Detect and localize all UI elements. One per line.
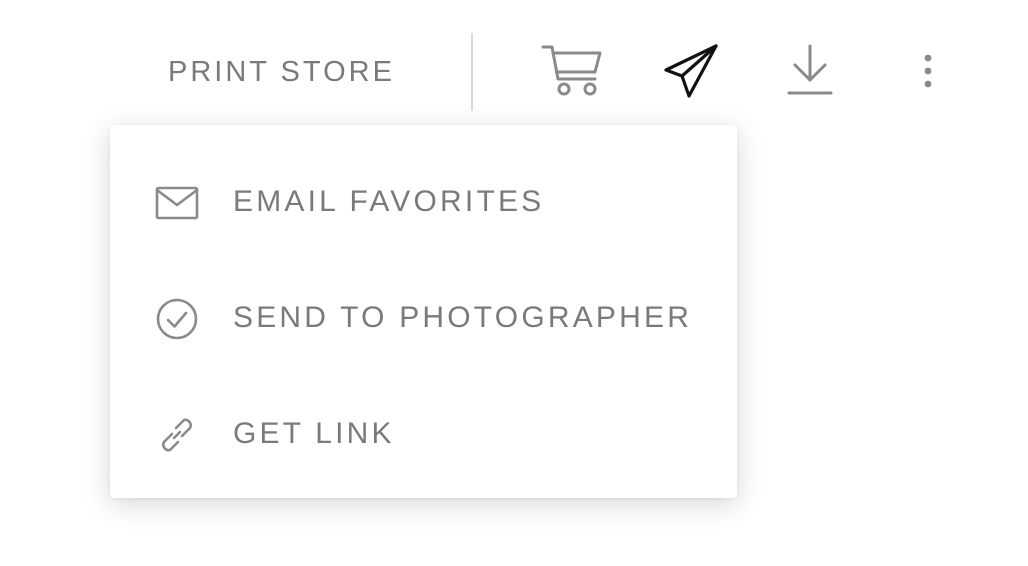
more-vertical-icon <box>912 50 944 94</box>
toolbar-divider <box>471 33 473 111</box>
menu-item-label: EMAIL FAVORITES <box>233 185 545 218</box>
more-options-button[interactable] <box>912 50 944 94</box>
cart-button[interactable] <box>540 42 604 98</box>
check-circle-icon <box>154 296 200 342</box>
menu-item-get-link[interactable]: GET LINK <box>110 394 737 474</box>
paper-plane-icon <box>662 42 720 100</box>
link-icon <box>154 412 200 458</box>
menu-item-label: SEND TO PHOTOGRAPHER <box>233 301 693 334</box>
envelope-icon <box>154 180 200 226</box>
download-button[interactable] <box>784 42 836 98</box>
print-store-link[interactable]: PRINT STORE <box>168 50 395 94</box>
share-dropdown-menu: EMAIL FAVORITES SEND TO PHOTOGRAPHER GET… <box>110 125 737 498</box>
cart-icon <box>540 42 604 98</box>
share-button[interactable] <box>662 42 720 100</box>
menu-item-send-to-photographer[interactable]: SEND TO PHOTOGRAPHER <box>110 278 737 358</box>
menu-item-email-favorites[interactable]: EMAIL FAVORITES <box>110 162 737 242</box>
page: PRINT STORE EMAIL FAVORITES SEND TO PHOT… <box>0 0 1028 566</box>
menu-item-label: GET LINK <box>233 417 395 450</box>
download-icon <box>784 42 836 98</box>
